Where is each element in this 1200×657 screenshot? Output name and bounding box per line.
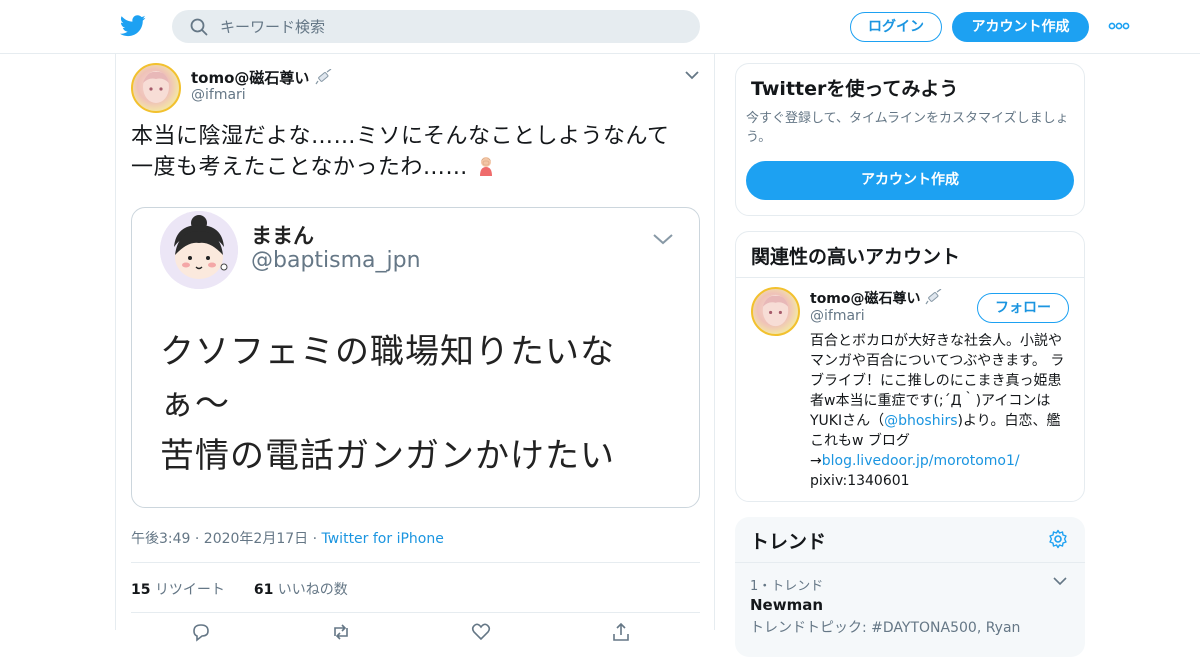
retweet-icon[interactable] [331,622,351,642]
quoted-chevron-down-icon [653,234,673,245]
gear-icon[interactable] [1048,529,1068,549]
like-icon[interactable] [471,622,491,642]
tweet-meta: 午後3:49 · 2020年2月17日 · Twitter for iPhone [131,528,444,548]
search-bar[interactable] [172,10,700,43]
trend-rank: 1・トレンド [750,579,824,594]
trend-chevron-down-icon[interactable] [1053,577,1067,586]
share-icon[interactable] [611,622,631,642]
like-stat[interactable]: 61 いいねの数 [254,582,348,598]
tweet-stats: 15 リツイート 61 いいねの数 [131,579,348,599]
signup-card-subtitle: 今すぐ登録して、タイムラインをカスタマイズしましょう。 [746,111,1069,145]
quoted-text: クソフェミの職場知りたいな ぁ〜 苦情の電話ガンガンかけたい [160,326,680,482]
more-menu-icon[interactable] [1108,20,1130,32]
divider [736,277,1084,278]
search-input[interactable] [220,10,680,43]
quoted-line: 苦情の電話ガンガンかけたい [160,436,615,476]
divider [131,612,700,613]
signup-card-button[interactable]: アカウント作成 [746,161,1074,200]
related-avatar[interactable] [751,287,800,336]
source-link[interactable]: Twitter for iPhone [322,531,444,547]
twitter-bird-icon[interactable] [120,14,146,38]
syringe-icon [315,68,332,85]
tweet-text-body: 本当に陰湿だよな……ミソにそんなことしようなんて一度も考えたことなかったわ…… [131,124,670,180]
chevron-down-icon[interactable] [684,70,700,80]
related-accounts-card: 関連性の高いアカウント tomo@磁石尊い @ifmari フォロー 百合とボカ… [735,231,1085,502]
bio-mention-link[interactable]: @bhoshirs [884,413,957,429]
search-icon [190,18,208,36]
author-name[interactable]: tomo@磁石尊い [191,67,333,88]
bio-blog-link[interactable]: blog.livedoor.jp/morotomo1/ [822,453,1020,469]
author-avatar[interactable] [131,63,181,113]
trend-topic: トレンドトピック: #DAYTONA500, Ryan [750,620,1021,636]
divider [131,562,700,563]
related-name[interactable]: tomo@磁石尊い [810,288,943,308]
trends-title: トレンド [750,531,827,553]
divider [735,562,1085,563]
signup-button[interactable]: アカウント作成 [952,12,1089,42]
author-name-text: tomo@磁石尊い [191,69,310,87]
related-handle[interactable]: @ifmari [810,308,865,324]
trend-name[interactable]: Newman [750,596,823,614]
reply-icon[interactable] [191,622,211,642]
related-name-text: tomo@磁石尊い [810,291,921,307]
quoted-line: クソフェミの職場知りたいな [160,332,615,372]
facepalm-emoji-icon [480,157,493,176]
signup-card: Twitterを使ってみよう 今すぐ登録して、タイムラインをカスタマイズしましょ… [735,63,1085,216]
author-handle[interactable]: @ifmari [191,87,246,103]
avatar-illustration [143,71,169,103]
avatar-illustration [762,294,789,327]
related-bio: 百合とボカロが大好きな社会人。小説やマンガや百合についてつぶやきます。 ラブライ… [810,333,1065,489]
quoted-image[interactable]: ままん @baptisma_jpn クソフェミの職場知りたいな ぁ〜 苦情の電話… [131,207,700,508]
quoted-avatar [160,211,238,289]
timestamp[interactable]: 午後3:49 · 2020年2月17日 · [131,531,322,547]
retweet-stat[interactable]: 15 リツイート [131,582,225,598]
login-button[interactable]: ログイン [850,12,942,42]
signup-card-title: Twitterを使ってみよう [751,78,959,100]
top-bar: ログイン アカウント作成 [0,0,1200,54]
related-title: 関連性の高いアカウント [751,246,961,268]
quoted-name: ままん [251,224,314,248]
trends-card: トレンド 1・トレンド Newman トレンドトピック: #DAYTONA500… [735,517,1085,657]
follow-button[interactable]: フォロー [977,293,1069,323]
tweet-column: tomo@磁石尊い @ifmari 本当に陰湿だよな……ミソにそんなことしような… [115,54,715,642]
quoted-line: ぁ〜 [160,384,230,424]
tweet-text: 本当に陰湿だよな……ミソにそんなことしようなんて一度も考えたことなかったわ…… [131,121,691,183]
quoted-handle: @baptisma_jpn [251,248,421,273]
tweet-actions [191,622,671,642]
syringe-icon [925,288,942,305]
